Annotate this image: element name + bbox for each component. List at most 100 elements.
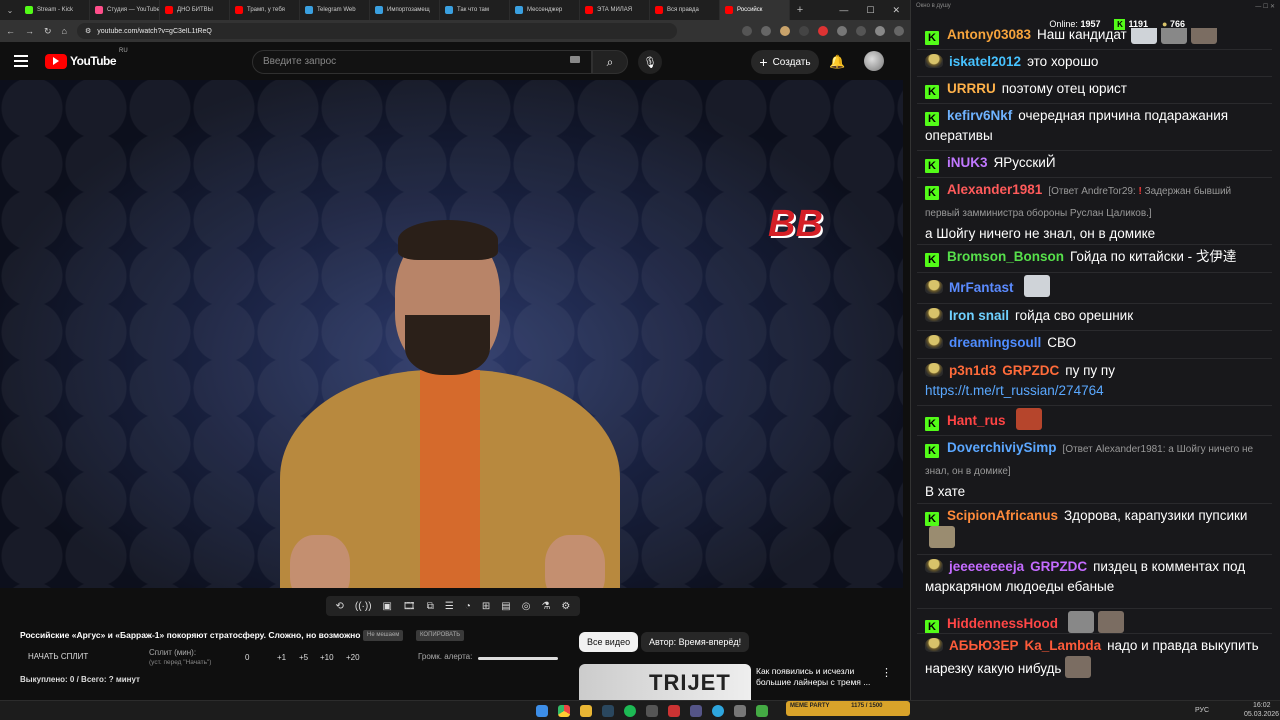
copy-button[interactable]: КОПИРОВАТЬ	[416, 630, 465, 641]
chat-username[interactable]: Iron snail	[949, 308, 1009, 323]
chat-mention[interactable]: Ka_Lambda	[1025, 638, 1102, 653]
close-icon[interactable]: ✕	[892, 5, 900, 16]
windows-start-icon[interactable]	[536, 705, 548, 717]
chat-username[interactable]: iNUK3	[947, 155, 988, 170]
steam-icon[interactable]	[602, 705, 614, 717]
broadcast-icon[interactable]: ((·))	[355, 601, 372, 612]
split-plus-1[interactable]: +1	[277, 653, 286, 662]
files-icon[interactable]	[580, 705, 592, 717]
rec-title[interactable]: Как появились и исчезли большие лайнеры …	[756, 666, 886, 688]
split-value-0[interactable]: 0	[245, 653, 249, 662]
no-disturb-button[interactable]: Не мешаем	[363, 630, 404, 641]
bookmark-star-icon[interactable]	[761, 26, 771, 36]
chat-mention[interactable]: GRPZDC	[1030, 559, 1087, 574]
browser-tab[interactable]: Так что там	[440, 0, 510, 20]
screencast-icon[interactable]: ▣	[383, 601, 392, 612]
split-plus-20[interactable]: +20	[346, 653, 360, 662]
rec-thumbnail[interactable]: TRIJET	[579, 664, 751, 700]
spotify-icon[interactable]	[624, 705, 636, 717]
alert-volume-slider[interactable]	[478, 657, 558, 660]
window-controls[interactable]: — ☐ ✕	[1255, 3, 1275, 11]
start-split-button[interactable]: НАЧАТЬ СПЛИТ	[28, 652, 88, 661]
settings-icon[interactable]: ⚙	[561, 601, 570, 612]
profile-icon[interactable]	[875, 26, 885, 36]
download-icon[interactable]	[856, 26, 866, 36]
chat-link[interactable]: https://t.me/rt_russian/274764	[925, 383, 1104, 398]
speed-icon[interactable]: ◔	[465, 601, 471, 612]
chat-username[interactable]: DoverchiviySimp	[947, 440, 1057, 455]
voice-search-button[interactable]: 🎙	[638, 50, 662, 74]
split-plus-5[interactable]: +5	[299, 653, 308, 662]
app-icon[interactable]	[668, 705, 680, 717]
avatar[interactable]	[864, 51, 884, 71]
chat-username[interactable]: ScipionAfricanus	[947, 508, 1058, 523]
browser-tab[interactable]: Трамп, у тебя	[230, 0, 300, 20]
chart-icon[interactable]: ▤	[501, 601, 510, 612]
more-options-icon[interactable]: ⋮	[881, 666, 892, 679]
chat-username[interactable]: dreamingsoull	[949, 335, 1041, 350]
forward-icon[interactable]: →	[25, 26, 34, 36]
pip-icon[interactable]: ⧉	[427, 601, 434, 612]
minimize-icon[interactable]: —	[839, 5, 848, 16]
flask-icon[interactable]: ⚗	[541, 601, 550, 612]
chat-message-list[interactable]: K Antony03083 Наш кандидат iskatel2012 это х…	[911, 28, 1280, 700]
chat-username[interactable]: jeeeeeeeeja	[949, 559, 1024, 574]
maximize-icon[interactable]: ☐	[866, 5, 874, 16]
chip-all-videos[interactable]: Все видео	[579, 632, 639, 652]
notifications-bell-icon[interactable]: 🔔	[829, 54, 845, 70]
app-icon[interactable]	[646, 705, 658, 717]
home-icon[interactable]: ⌂	[62, 26, 67, 36]
chat-username[interactable]: Hant_rus	[947, 413, 1006, 428]
chat-username[interactable]: АБЬЮЗЕР	[949, 638, 1019, 653]
extension-icon[interactable]	[780, 26, 790, 36]
add-clip-icon[interactable]: ⊞	[482, 601, 490, 612]
camera-icon[interactable]: ◎	[522, 601, 531, 612]
meme-party-widget[interactable]: MEME PARTY 1175 / 1500	[786, 701, 910, 716]
browser-tab[interactable]: Telegram Web	[300, 0, 370, 20]
chat-username[interactable]: Alexander1981	[947, 182, 1042, 197]
create-button[interactable]: + Создать	[751, 50, 819, 74]
extension-icon[interactable]	[818, 26, 828, 36]
browser-tab[interactable]: Импортозамещ	[370, 0, 440, 20]
chip-author[interactable]: Автор: Время-вперёд!	[641, 632, 750, 652]
chat-username[interactable]: kefirv6Nkf	[947, 108, 1012, 123]
reload-icon[interactable]: ↻	[44, 26, 52, 37]
extension-icon[interactable]	[837, 26, 847, 36]
browser-tab[interactable]: Вся правда	[650, 0, 720, 20]
browser-tab[interactable]: ЭТА МИЛАЯ	[580, 0, 650, 20]
extension-icon[interactable]	[799, 26, 809, 36]
chat-username[interactable]: HiddennessHood	[947, 616, 1058, 631]
browser-tab[interactable]: ДНО БИТВЫ	[160, 0, 230, 20]
chat-username[interactable]: MrFantast	[949, 280, 1014, 295]
new-tab-icon[interactable]: +	[790, 4, 810, 16]
browser-tab[interactable]: Мессенджер	[510, 0, 580, 20]
split-plus-10[interactable]: +10	[320, 653, 334, 662]
app-icon[interactable]	[690, 705, 702, 717]
language-indicator[interactable]: РУС	[1195, 707, 1209, 714]
back-icon[interactable]: ←	[6, 26, 15, 36]
chat-username[interactable]: p3n1d3	[949, 363, 996, 378]
app-icon[interactable]	[734, 705, 746, 717]
chat-username[interactable]: Antony03083	[947, 28, 1031, 42]
chrome-icon[interactable]	[558, 705, 570, 717]
menu-icon[interactable]	[894, 26, 904, 36]
chat-username[interactable]: Bromson_Bonson	[947, 249, 1064, 264]
chat-username[interactable]: iskatel2012	[949, 54, 1021, 69]
hamburger-menu-icon[interactable]	[14, 55, 28, 67]
video-player[interactable]: BB	[0, 80, 903, 588]
chat-username[interactable]: URRRU	[947, 81, 996, 96]
url-field[interactable]: ⚙ youtube.com/watch?v=gC3eIL1tReQ	[76, 23, 677, 39]
subtitles-icon[interactable]: ☰	[445, 601, 454, 612]
loop-icon[interactable]: ⟲	[336, 601, 344, 612]
tab-search-icon[interactable]: ⌄	[0, 0, 20, 20]
browser-tab[interactable]: Студия — YouTube	[90, 0, 160, 20]
site-info-icon[interactable]: ⚙	[85, 27, 91, 35]
youtube-logo[interactable]: YouTube RU	[45, 48, 128, 69]
zoom-icon[interactable]	[742, 26, 752, 36]
search-input[interactable]: Введите запрос	[252, 50, 592, 74]
keyboard-icon[interactable]	[570, 56, 580, 63]
film-icon[interactable]: 🎞	[403, 601, 416, 612]
clock-time[interactable]: 16:02	[1253, 702, 1271, 709]
app-icon[interactable]	[756, 705, 768, 717]
chat-mention[interactable]: GRPZDC	[1002, 363, 1059, 378]
